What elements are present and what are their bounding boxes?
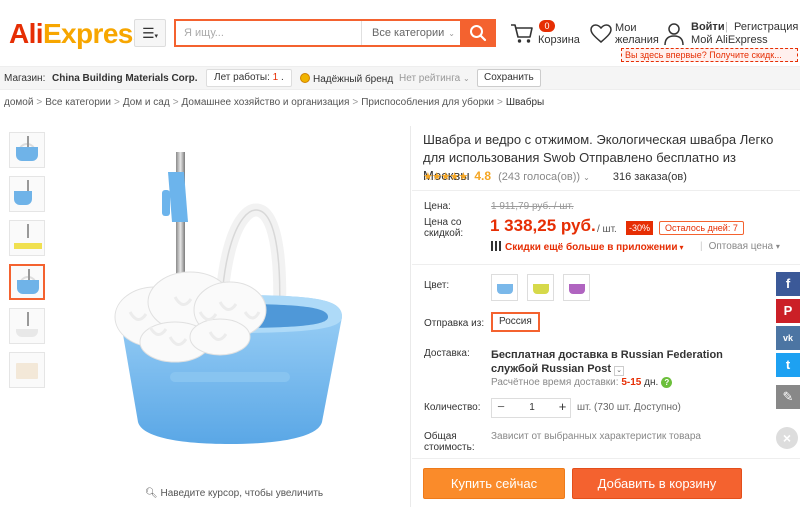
- delivery-time: Расчётное время доставки: 5-15 дн.?: [491, 377, 673, 388]
- star-rating-icon: ★★★★★: [423, 171, 468, 183]
- trusted-brand-badge[interactable]: Надёжный бренд: [300, 73, 393, 85]
- breadcrumb-mops: Швабры: [505, 97, 545, 108]
- breadcrumb-household[interactable]: Домашнее хозяйство и организация: [182, 97, 350, 108]
- thumbnail-3[interactable]: [9, 220, 45, 256]
- wishlist-button[interactable]: Мои желания: [590, 18, 659, 50]
- rating-row: ★★★★★ 4.8 (243 голоса(ов)) ⌄ 316 заказа(о…: [423, 169, 687, 183]
- app-discount-link[interactable]: Скидки ещё больше в приложении ▾: [491, 241, 684, 253]
- store-rating-dropdown[interactable]: Нет рейтинга ⌄: [399, 73, 470, 84]
- mop-bucket-illustration: [114, 152, 342, 444]
- quantity-stepper: − 1 +: [491, 398, 571, 418]
- search-box: Все категории⌄: [174, 19, 460, 47]
- search-icon: [470, 25, 487, 42]
- quantity-label: Количество:: [424, 402, 481, 413]
- days-left-badge: Осталось дней: 7: [659, 221, 744, 235]
- color-option-blue[interactable]: [491, 274, 518, 301]
- search-icon: 🔍︎: [145, 488, 158, 499]
- wholesale-price-link[interactable]: | Оптовая цена ▾: [700, 241, 780, 252]
- register-link[interactable]: Регистрация: [734, 21, 798, 33]
- quantity-available: шт. (730 шт. Доступно): [577, 402, 681, 413]
- divider: [412, 458, 800, 459]
- vk-icon[interactable]: vk: [776, 326, 800, 350]
- ship-from-label: Отправка из:: [424, 318, 485, 329]
- heart-icon: [590, 24, 612, 43]
- header: AliExpress® ☰▾ Все категории⌄ 0 Корзина …: [0, 0, 800, 66]
- discount-percent-badge: -30%: [626, 221, 654, 235]
- discount-price: 1 338,25 руб.: [490, 216, 596, 235]
- original-price: 1 911,79 руб. / шт.: [491, 201, 574, 212]
- wishlist-label: Мои желания: [615, 22, 659, 46]
- orders-count: 316 заказа(ов): [612, 171, 687, 183]
- votes-dropdown[interactable]: (243 голоса(ов)) ⌄: [498, 171, 590, 183]
- close-icon[interactable]: ×: [776, 427, 798, 449]
- thumbnail-5[interactable]: [9, 308, 45, 344]
- add-to-cart-button[interactable]: Добавить в корзину: [572, 468, 742, 499]
- store-name-link[interactable]: China Building Materials Corp.: [52, 73, 198, 84]
- divider: [412, 264, 800, 265]
- delivery-method[interactable]: Бесплатная доставка в Russian Federation…: [491, 348, 771, 376]
- price-label: Цена:: [424, 201, 451, 212]
- thumbnail-6[interactable]: [9, 352, 45, 388]
- color-option-purple[interactable]: [563, 274, 590, 301]
- breadcrumb-home-garden[interactable]: Дом и сад: [123, 97, 170, 108]
- caret-down-icon: ▾: [775, 242, 780, 251]
- cart-label: Корзина: [538, 34, 580, 46]
- my-aliexpress-link[interactable]: Мой AliExpress: [691, 34, 768, 46]
- thumbnail-list: [9, 132, 47, 396]
- login-link[interactable]: Войти: [691, 21, 725, 33]
- edit-icon[interactable]: ✎: [776, 385, 800, 409]
- chevron-down-icon: ⌄: [462, 74, 470, 83]
- breadcrumb-cleaning[interactable]: Приспособления для уборки: [361, 97, 494, 108]
- first-visit-promo[interactable]: Вы здесь впервые? Получите скидк...: [621, 48, 798, 62]
- chevron-down-icon: ⌄: [614, 366, 625, 376]
- price-unit: / шт.: [597, 224, 617, 235]
- breadcrumb-home[interactable]: домой: [4, 97, 33, 108]
- quantity-decrease-button[interactable]: −: [492, 399, 510, 417]
- save-store-button[interactable]: Сохранить: [477, 69, 541, 87]
- thumbnail-4-selected[interactable]: [9, 264, 45, 300]
- facebook-icon[interactable]: f: [776, 272, 800, 296]
- breadcrumb: домой > Все категории > Дом и сад > Домашнее х…: [4, 97, 545, 108]
- product-main-image[interactable]: [60, 132, 406, 472]
- medal-icon: [300, 73, 310, 83]
- buy-now-button[interactable]: Купить сейчас: [423, 468, 565, 499]
- account-menu: Войти | Регистрация Мой AliExpress: [664, 18, 798, 50]
- discount-price-label: Цена со скидкой:: [424, 217, 464, 239]
- color-label: Цвет:: [424, 280, 450, 291]
- shopping-cart-icon: [511, 24, 533, 43]
- pinterest-icon[interactable]: P: [776, 299, 800, 323]
- user-icon: [664, 23, 684, 46]
- chevron-down-icon: ⌄: [448, 29, 455, 38]
- quantity-input[interactable]: 1: [512, 399, 552, 417]
- total-label: Общая стоимость:: [424, 431, 475, 453]
- aliexpress-logo[interactable]: AliExpress®: [9, 18, 154, 50]
- qr-code-icon: [491, 241, 501, 251]
- store-years-badge: Лет работы: 1 .: [206, 69, 292, 87]
- chevron-down-icon: ⌄: [583, 173, 590, 182]
- ship-from-russia[interactable]: Россия: [491, 312, 540, 332]
- store-label: Магазин:: [4, 73, 46, 84]
- cart-button[interactable]: 0 Корзина: [508, 18, 580, 50]
- quantity-increase-button[interactable]: +: [554, 399, 571, 417]
- twitter-icon[interactable]: t: [776, 353, 800, 377]
- store-bar: Магазин: China Building Materials Corp. …: [0, 66, 800, 90]
- column-divider: [410, 126, 411, 507]
- search-input[interactable]: [176, 21, 362, 45]
- color-option-green[interactable]: [527, 274, 554, 301]
- help-icon[interactable]: ?: [661, 377, 673, 388]
- account-divider: |: [725, 21, 728, 33]
- total-value: Зависит от выбранных характеристик товар…: [491, 431, 701, 442]
- delivery-label: Доставка:: [424, 348, 470, 359]
- search-category-select[interactable]: Все категории ⌄: [364, 21, 462, 45]
- cart-count-badge: 0: [539, 20, 555, 32]
- breadcrumb-all-categories[interactable]: Все категории: [45, 97, 111, 108]
- rating-value: 4.8: [474, 169, 492, 183]
- divider: [412, 190, 800, 191]
- thumbnail-2[interactable]: [9, 176, 45, 212]
- thumbnail-1[interactable]: [9, 132, 45, 168]
- hamburger-menu-icon[interactable]: ☰▾: [134, 19, 166, 47]
- search-button[interactable]: [460, 19, 496, 47]
- caret-down-icon: ▾: [679, 243, 684, 252]
- zoom-hint: 🔍︎ Наведите курсор, чтобы увеличить: [145, 488, 324, 499]
